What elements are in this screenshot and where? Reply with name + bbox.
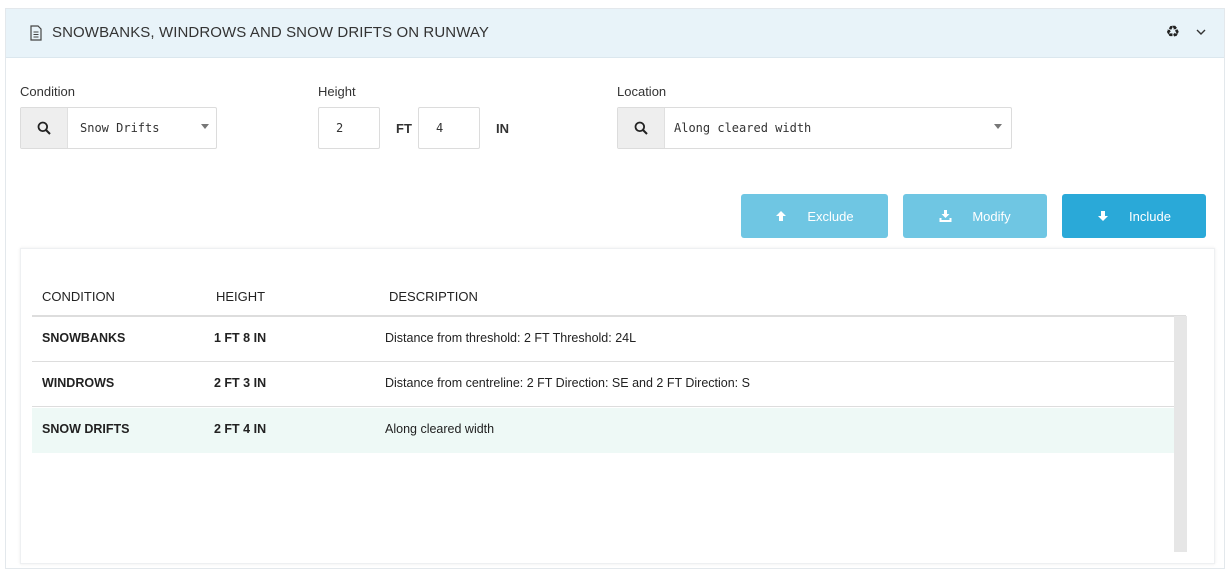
modify-button[interactable]: Modify xyxy=(903,194,1047,238)
exclude-label: Exclude xyxy=(807,208,854,224)
caret-down-icon xyxy=(201,124,209,129)
modify-label: Modify xyxy=(972,208,1011,224)
table-row[interactable]: WINDROWS 2 FT 3 IN Distance from centrel… xyxy=(32,362,1174,407)
row-height: 2 FT 4 IN xyxy=(214,422,267,436)
location-select[interactable]: Along cleared width xyxy=(617,107,1012,149)
column-header-condition: CONDITION xyxy=(42,289,115,304)
panel-header: SNOWBANKS, WINDROWS AND SNOW DRIFTS ON R… xyxy=(6,9,1224,58)
row-height: 1 FT 8 IN xyxy=(214,331,267,345)
condition-label: Condition xyxy=(20,84,75,99)
height-in-unit: IN xyxy=(496,121,509,136)
include-button[interactable]: Include xyxy=(1062,194,1206,238)
table-scrollbar[interactable] xyxy=(1174,316,1187,552)
search-icon xyxy=(634,121,648,135)
exclude-button[interactable]: Exclude xyxy=(741,194,888,238)
row-description: Distance from threshold: 2 FT Threshold:… xyxy=(385,331,637,345)
document-icon xyxy=(30,25,42,41)
arrow-up-icon xyxy=(776,211,787,221)
location-label: Location xyxy=(617,84,667,99)
condition-select[interactable]: Snow Drifts xyxy=(20,107,217,149)
panel-title: SNOWBANKS, WINDROWS AND SNOW DRIFTS ON R… xyxy=(52,24,490,41)
arrow-down-icon xyxy=(1098,211,1109,221)
condition-value: Snow Drifts xyxy=(80,121,160,135)
row-condition: WINDROWS xyxy=(42,376,115,390)
location-search-addon xyxy=(618,108,665,148)
height-label: Height xyxy=(318,84,356,99)
include-label: Include xyxy=(1129,208,1171,224)
height-ft-unit: FT xyxy=(396,121,412,136)
column-header-description: DESCRIPTION xyxy=(389,289,478,304)
download-icon xyxy=(939,210,952,222)
condition-search-addon xyxy=(21,108,68,148)
row-condition: SNOW DRIFTS xyxy=(42,422,130,436)
recycle-icon[interactable]: ♻ xyxy=(1166,22,1180,42)
height-ft-input[interactable] xyxy=(318,107,380,149)
location-value: Along cleared width xyxy=(674,121,812,135)
table-row[interactable]: SNOWBANKS 1 FT 8 IN Distance from thresh… xyxy=(32,317,1174,362)
row-height: 2 FT 3 IN xyxy=(214,376,267,390)
table-row-selected[interactable]: SNOW DRIFTS 2 FT 4 IN Along cleared widt… xyxy=(32,408,1174,453)
row-description: Distance from centreline: 2 FT Direction… xyxy=(385,376,750,390)
caret-down-icon xyxy=(994,124,1002,129)
row-condition: SNOWBANKS xyxy=(42,331,126,345)
column-header-height: HEIGHT xyxy=(216,289,266,304)
search-icon xyxy=(37,121,51,135)
chevron-down-icon[interactable] xyxy=(1194,25,1208,39)
row-description: Along cleared width xyxy=(385,422,495,436)
height-in-input[interactable] xyxy=(418,107,480,149)
